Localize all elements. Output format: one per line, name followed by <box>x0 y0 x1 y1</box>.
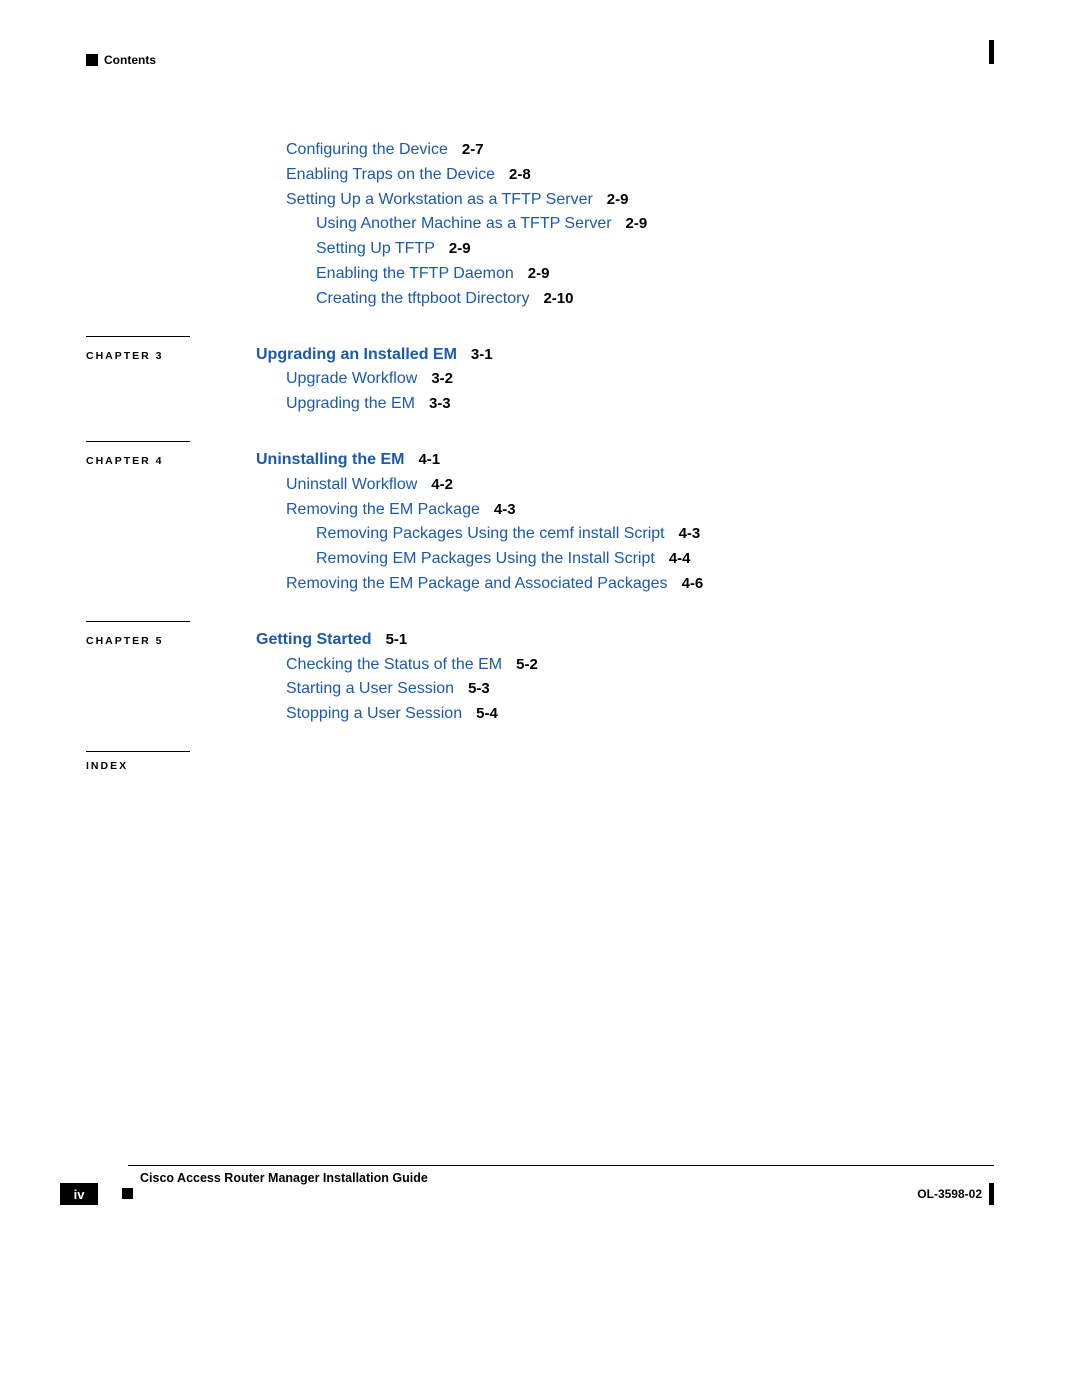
toc-link[interactable]: Removing the EM Package and Associated P… <box>286 575 668 592</box>
toc-link[interactable]: Upgrade Workflow <box>286 370 417 387</box>
page-ref: 2-8 <box>509 166 531 183</box>
page-ref: 4-2 <box>431 476 453 493</box>
toc-link[interactable]: Starting a User Session <box>286 680 454 697</box>
chapter-label: CHAPTER 3 <box>86 348 256 364</box>
toc-link[interactable]: Uninstall Workflow <box>286 476 417 493</box>
page-ref: 3-1 <box>471 346 493 363</box>
page-number: iv <box>60 1183 98 1205</box>
page-ref: 2-9 <box>528 265 550 282</box>
page-ref: 2-9 <box>607 191 629 208</box>
chapter-title-link[interactable]: Upgrading an Installed EM <box>256 346 457 363</box>
page-ref: 2-9 <box>449 240 471 257</box>
toc-link[interactable]: Removing EM Packages Using the Install S… <box>316 550 655 567</box>
footer-rule <box>128 1165 994 1166</box>
toc-link[interactable]: Enabling Traps on the Device <box>286 166 495 183</box>
toc-link[interactable]: Creating the tftpboot Directory <box>316 290 529 307</box>
chapter-label: CHAPTER 4 <box>86 453 256 469</box>
page-ref: 4-1 <box>418 451 440 468</box>
index-label: INDEX <box>86 758 256 774</box>
chapter-label: CHAPTER 5 <box>86 633 256 649</box>
section-divider <box>86 441 190 442</box>
section-divider <box>86 621 190 622</box>
page-ref: 2-10 <box>543 290 573 307</box>
toc-link[interactable]: Enabling the TFTP Daemon <box>316 265 514 282</box>
page-ref: 5-4 <box>476 705 498 722</box>
page-ref: 4-3 <box>679 525 701 542</box>
page-ref: 5-3 <box>468 680 490 697</box>
contents-header: Contents <box>104 53 156 67</box>
page-ref: 4-4 <box>669 550 691 567</box>
doc-id: OL-3598-02 <box>917 1187 982 1201</box>
footer-title: Cisco Access Router Manager Installation… <box>140 1171 428 1185</box>
page-ref: 5-2 <box>516 656 538 673</box>
toc-link[interactable]: Setting Up a Workstation as a TFTP Serve… <box>286 191 593 208</box>
toc-link[interactable]: Checking the Status of the EM <box>286 656 502 673</box>
page-ref: 5-1 <box>386 631 408 648</box>
page-ref: 4-3 <box>494 501 516 518</box>
page-ref: 3-3 <box>429 395 451 412</box>
page-ref: 2-9 <box>626 215 648 232</box>
section-divider <box>86 336 190 337</box>
page-ref: 3-2 <box>431 370 453 387</box>
toc-link[interactable]: Removing the EM Package <box>286 501 480 518</box>
page-footer: Cisco Access Router Manager Installation… <box>60 1165 994 1201</box>
toc-link[interactable]: Using Another Machine as a TFTP Server <box>316 215 612 232</box>
toc-link[interactable]: Upgrading the EM <box>286 395 415 412</box>
page-marker-icon <box>122 1188 133 1199</box>
page-marker-icon <box>989 40 994 64</box>
page-marker-icon <box>86 54 98 66</box>
chapter-title-link[interactable]: Uninstalling the EM <box>256 451 404 468</box>
toc-link[interactable]: Stopping a User Session <box>286 705 462 722</box>
section-divider <box>86 751 190 752</box>
chapter-title-link[interactable]: Getting Started <box>256 631 372 648</box>
page-ref: 4-6 <box>682 575 704 592</box>
toc-link[interactable]: Setting Up TFTP <box>316 240 435 257</box>
table-of-contents: Configuring the Device 2-7 Enabling Traps… <box>86 138 994 774</box>
toc-link[interactable]: Configuring the Device <box>286 141 448 158</box>
toc-link[interactable]: Removing Packages Using the cemf install… <box>316 525 665 542</box>
page-ref: 2-7 <box>462 141 484 158</box>
page-marker-icon <box>989 1183 994 1205</box>
